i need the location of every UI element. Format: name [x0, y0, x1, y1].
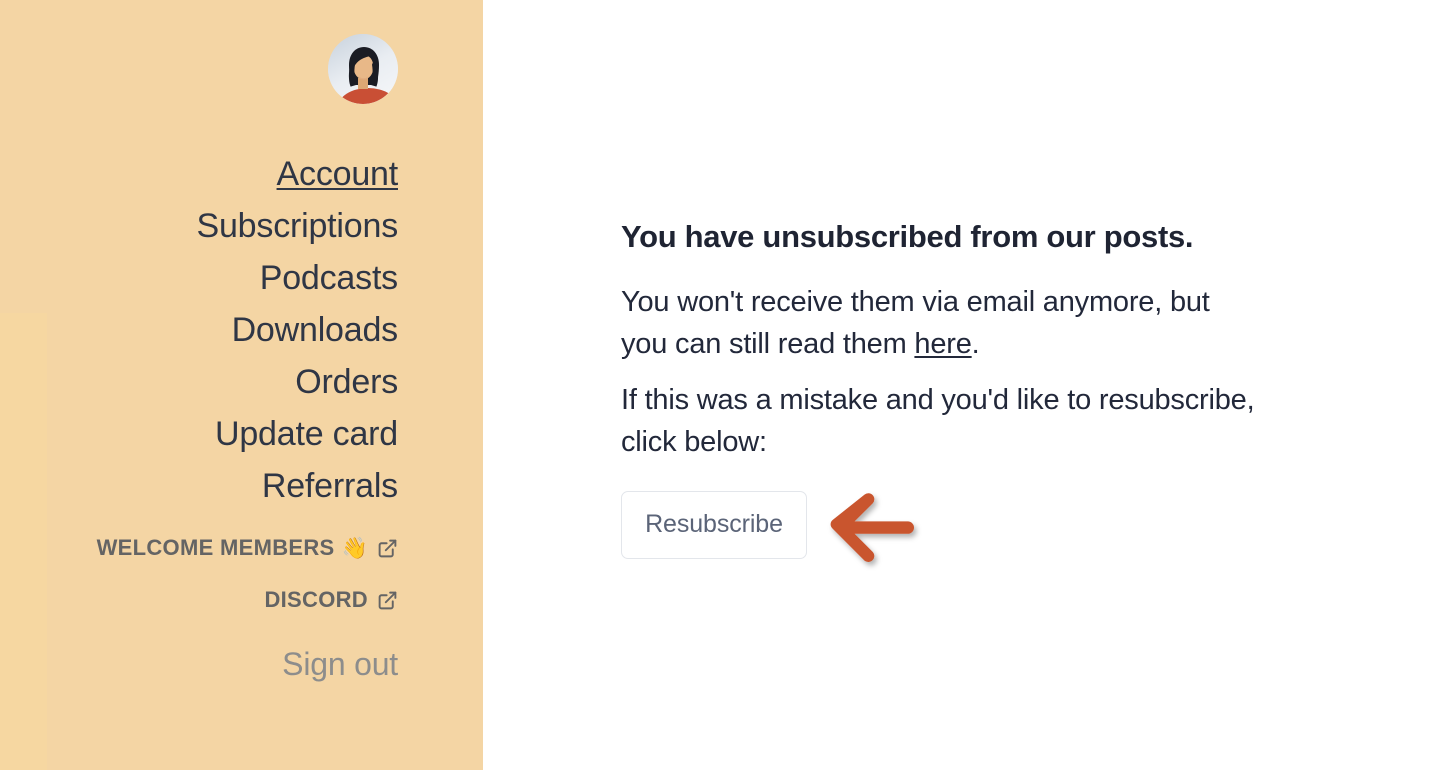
- main-content: You have unsubscribed from our posts. Yo…: [483, 0, 1440, 770]
- sidebar-external-links: WELCOME MEMBERS 👋 DISCORD: [0, 522, 398, 626]
- sidebar-item-update-card[interactable]: Update card: [0, 408, 398, 460]
- resubscribe-button[interactable]: Resubscribe: [621, 490, 807, 559]
- sidebar-item-podcasts[interactable]: Podcasts: [0, 252, 398, 304]
- account-sidebar: Account Subscriptions Podcasts Downloads…: [0, 0, 483, 770]
- external-link-icon: [377, 538, 398, 559]
- welcome-members-label-row: WELCOME MEMBERS 👋: [97, 522, 368, 574]
- unsubscribe-confirmation-panel: You have unsubscribed from our posts. Yo…: [621, 218, 1271, 562]
- sidebar-item-referrals[interactable]: Referrals: [0, 460, 398, 512]
- confirmation-text-after-link: .: [971, 327, 980, 360]
- external-link-icon: [377, 590, 398, 611]
- waving-hand-icon: 👋: [341, 536, 368, 560]
- sidebar-item-account[interactable]: Account: [0, 148, 399, 200]
- sidebar-item-welcome-members[interactable]: WELCOME MEMBERS 👋: [0, 522, 398, 574]
- resubscribe-instruction: If this was a mistake and you'd like to …: [621, 383, 1255, 458]
- sidebar-item-label: DISCORD: [264, 587, 368, 612]
- sidebar-item-discord[interactable]: DISCORD: [0, 574, 398, 626]
- resubscribe-cta-row: Resubscribe: [621, 490, 1271, 562]
- sidebar-content: Account Subscriptions Podcasts Downloads…: [0, 0, 483, 688]
- read-posts-here-link[interactable]: here: [914, 328, 971, 360]
- avatar-container: [0, 0, 398, 104]
- sign-out-button[interactable]: Sign out: [0, 640, 398, 688]
- page-title: You have unsubscribed from our posts.: [621, 219, 1194, 254]
- sidebar-item-orders[interactable]: Orders: [0, 356, 398, 408]
- left-pointing-arrow-annotation: [825, 491, 920, 562]
- sidebar-item-subscriptions[interactable]: Subscriptions: [0, 200, 399, 252]
- sidebar-item-label: WELCOME MEMBERS: [96, 535, 335, 560]
- avatar[interactable]: [328, 34, 398, 104]
- sidebar-nav: Account Subscriptions Podcasts Downloads…: [0, 148, 399, 512]
- sidebar-item-downloads[interactable]: Downloads: [0, 304, 399, 356]
- confirmation-paragraph: You won't receive them via email anymore…: [621, 281, 1261, 365]
